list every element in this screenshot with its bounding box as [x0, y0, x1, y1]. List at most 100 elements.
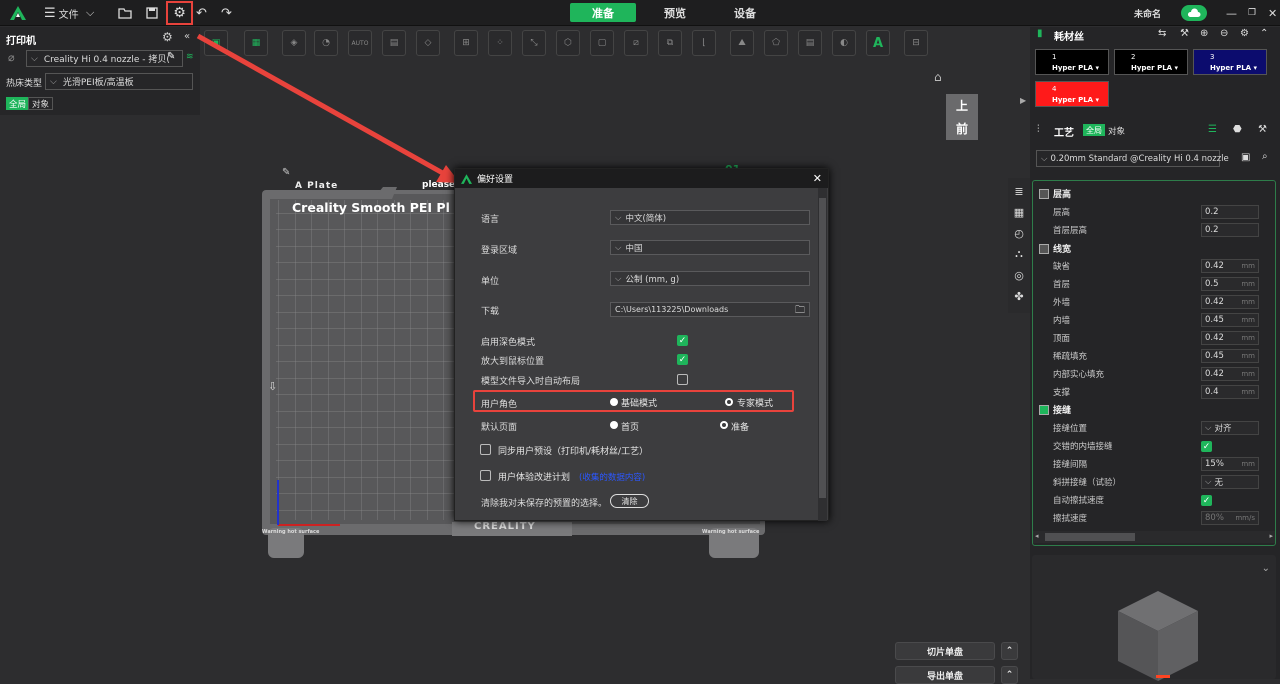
slice-options-icon[interactable]: ⌃ [1001, 642, 1018, 660]
infill-icon[interactable]: ▦ [1012, 205, 1026, 219]
process-list-icon[interactable]: ☰ [1208, 124, 1217, 135]
boolean-icon[interactable]: ⧉ [658, 30, 682, 56]
filament-collapse-icon[interactable]: ⌃ [1260, 28, 1268, 39]
export-options-icon[interactable]: ⌃ [1001, 666, 1018, 684]
seam-paint-icon[interactable]: ⬠ [764, 30, 788, 56]
rotate-cube-icon[interactable]: ⬡ [556, 30, 580, 56]
hollow-icon[interactable]: ▢ [590, 30, 614, 56]
dark-mode-checkbox[interactable]: ✓ [677, 335, 688, 346]
zoom-to-mouse-checkbox[interactable]: ✓ [677, 354, 688, 365]
setting-value-field[interactable]: 0.42 mm [1201, 367, 1259, 381]
auto-arrange-checkbox[interactable] [677, 374, 688, 385]
edit-pencil-icon[interactable]: ✎ [167, 51, 175, 62]
setting-value-field[interactable]: 0.42 mm [1201, 295, 1259, 309]
default-page-home-radio[interactable] [610, 421, 618, 429]
collapse-preview-icon[interactable]: ⌄ [1262, 563, 1270, 574]
view-cube[interactable]: 上 前 [946, 94, 978, 140]
support-paint-icon[interactable]: ⛰ [730, 30, 754, 56]
auto-orient-icon[interactable]: ◔ [314, 30, 338, 56]
setting-value-field[interactable]: 0.45 mm [1201, 349, 1259, 363]
file-menu[interactable]: ☰ 文件 [44, 3, 79, 23]
seam-position-select[interactable]: ⌵ 对齐 [1201, 421, 1259, 435]
close-window-icon[interactable]: ✕ [1268, 3, 1277, 23]
tab-prepare[interactable]: 准备 [570, 3, 636, 22]
plate-edit-icon[interactable]: ✎ [282, 167, 290, 178]
split-icon[interactable]: ⊞ [454, 30, 478, 56]
split-parts-icon[interactable]: ⁘ [488, 30, 512, 56]
printer-settings-icon[interactable]: ⚙ [162, 30, 173, 44]
tab-device[interactable]: 设备 [712, 3, 778, 22]
horizontal-scrollbar[interactable]: ◂ ▸ [1033, 531, 1275, 543]
setting-value-field[interactable]: 0.42 mm [1201, 259, 1259, 273]
chevron-down-icon[interactable]: ⌵ [86, 3, 94, 23]
minimize-icon[interactable]: — [1226, 3, 1237, 23]
remove-filament-icon[interactable]: ⊖ [1220, 28, 1228, 39]
cut-icon[interactable]: ⧄ [624, 30, 648, 56]
add-plate-icon[interactable]: ▦ [244, 30, 268, 56]
user-role-basic-label[interactable]: 基础模式 [621, 396, 657, 409]
auto-arrange-icon[interactable]: AUTO [348, 30, 372, 56]
add-object-icon[interactable]: ▣ [204, 30, 228, 56]
variable-layer-icon[interactable]: A [866, 30, 890, 56]
restore-icon[interactable]: ❐ [1248, 3, 1256, 23]
bed-type-select[interactable]: ⌵ 光滑PEI板/高温板 [45, 73, 193, 90]
process-global-toggle[interactable]: 全局 [1083, 124, 1105, 136]
ux-program-link[interactable]: (收集的数据内容) [579, 471, 645, 483]
undo-icon[interactable]: ↶ [196, 3, 207, 23]
units-select[interactable]: ⌵ 公制 (mm, g) [610, 271, 810, 286]
others-icon[interactable]: ✤ [1012, 289, 1026, 303]
setting-value-field[interactable]: 0.5 mm [1201, 277, 1259, 291]
filament-slot-1[interactable]: 1 Hyper PLA ▾ [1035, 49, 1109, 75]
scale-icon[interactable]: ⤡ [522, 30, 546, 56]
ux-program-checkbox[interactable] [480, 470, 491, 481]
plate-name[interactable]: A Plate [295, 181, 338, 191]
user-role-basic-radio[interactable] [610, 398, 618, 406]
default-page-home-label[interactable]: 首页 [621, 420, 639, 433]
settings-gear-icon[interactable]: ⚙ [166, 1, 193, 25]
filament-slot-3[interactable]: 3 Hyper PLA ▾ [1193, 49, 1267, 75]
printer-preset-select[interactable]: ⌵ Creality Hi 0.4 nozzle - 拷贝( [26, 50, 183, 67]
redo-icon[interactable]: ↷ [221, 3, 232, 23]
view-cube-front[interactable]: 前 [956, 120, 968, 137]
object-toggle[interactable]: 对象 [28, 97, 54, 110]
process-wrench-icon[interactable]: ⚒ [1258, 124, 1267, 135]
process-object-toggle[interactable]: 对象 [1108, 125, 1125, 137]
region-select[interactable]: ⌵ 中国 [610, 240, 810, 255]
assembly-view-icon[interactable]: ⊟ [904, 30, 928, 56]
language-select[interactable]: ⌵ 中文(简体) [610, 210, 810, 225]
folder-icon[interactable]: 🗀 [795, 303, 805, 320]
filament-slot-2[interactable]: 2 Hyper PLA ▾ [1114, 49, 1188, 75]
setting-value-field[interactable]: 0.4 mm [1201, 385, 1259, 399]
setting-value-field[interactable]: 80% mm/s [1201, 511, 1259, 525]
dialog-scrollbar[interactable] [818, 188, 827, 521]
download-path-field[interactable]: C:\Users\113225\Downloads [610, 302, 810, 317]
collapse-icon[interactable]: « [184, 31, 190, 42]
cloud-sync-icon[interactable] [1181, 5, 1207, 21]
tab-preview[interactable]: 预览 [642, 3, 708, 22]
view-cube-top[interactable]: 上 [956, 97, 968, 114]
expand-arrow-icon[interactable]: ▶ [1020, 96, 1026, 105]
open-folder-icon[interactable] [118, 3, 132, 23]
layers-icon[interactable]: ≣ [1012, 184, 1026, 198]
measure-icon[interactable]: ⌊ [692, 30, 716, 56]
filament-slot-4[interactable]: 4 Hyper PLA ▾ [1035, 81, 1109, 107]
default-page-prepare-label[interactable]: 准备 [731, 420, 749, 433]
process-preset-select[interactable]: ⌵ 0.20mm Standard @Creality Hi 0.4 nozzle [1036, 150, 1229, 167]
text-emboss-icon[interactable]: ▤ [798, 30, 822, 56]
setting-value-field[interactable]: 0.2 [1201, 223, 1259, 237]
export-plate-button[interactable]: 导出单盘 [895, 666, 995, 684]
save-preset-icon[interactable]: ▣ [1241, 152, 1250, 163]
auto-wipe-checkbox[interactable]: ✓ [1201, 495, 1212, 506]
add-filament-icon[interactable]: ⊕ [1200, 28, 1208, 39]
setting-value-field[interactable]: 0.42 mm [1201, 331, 1259, 345]
filament-sync-icon[interactable]: ⇆ [1158, 28, 1166, 39]
brim-ear-icon[interactable]: ◐ [832, 30, 856, 56]
arrange-icon[interactable]: ▤ [382, 30, 406, 56]
search-icon[interactable]: ⌕ [1262, 151, 1268, 162]
lock-icon[interactable]: ⇩ [268, 380, 277, 393]
setting-value-field[interactable]: 15% mm [1201, 457, 1259, 471]
process-compare-icon[interactable]: ⬣ [1233, 124, 1242, 135]
speed-icon[interactable]: ◴ [1012, 226, 1026, 240]
staggered-seam-checkbox[interactable]: ✓ [1201, 441, 1212, 452]
user-role-expert-radio[interactable] [725, 398, 733, 406]
